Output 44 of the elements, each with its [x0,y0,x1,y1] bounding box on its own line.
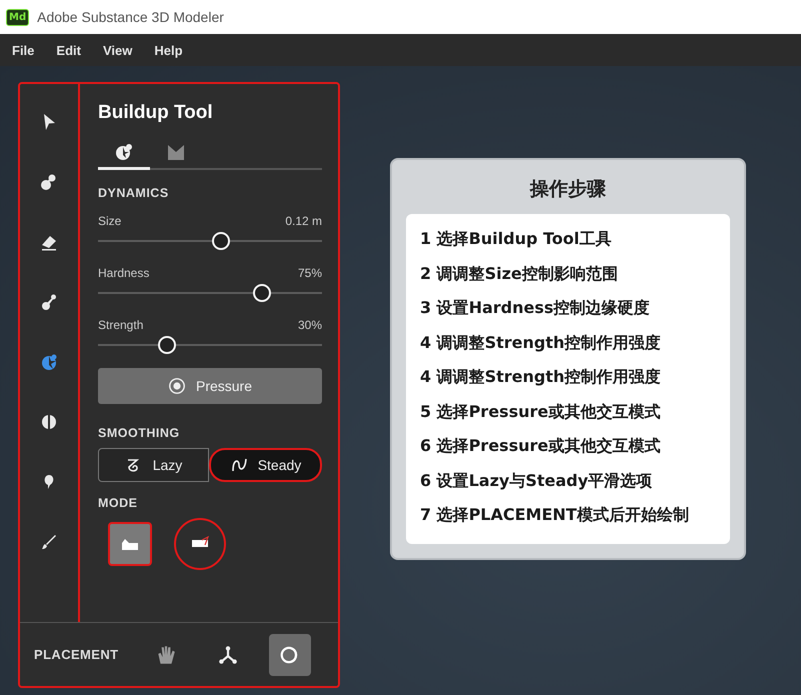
smoothing-option[interactable]: Steady [209,448,322,482]
axes-icon [216,644,238,666]
step-text: 5 选择Pressure或其他交互模式 [420,400,662,422]
slider-thumb[interactable] [158,336,176,354]
menu-item[interactable]: File [12,42,34,58]
panel-title: Buildup Tool [98,102,214,124]
app-logo: Md [6,8,30,26]
card-title: 操作步骤 [530,177,606,202]
brush-icon [39,532,59,552]
step-text: 7 选择PLACEMENT模式后开始绘制 [420,504,690,526]
menu-item[interactable]: View [102,42,132,58]
slider-label: Size [98,214,122,228]
step-text: 6 选择Pressure或其他交互模式 [420,435,662,457]
buildup-icon [114,142,134,162]
section-heading: SMOOTHING [98,426,181,440]
placement-button[interactable] [268,634,310,676]
buildup-icon [39,352,59,372]
split-icon [39,412,59,432]
slider-thumb[interactable] [212,232,230,250]
slider-label: Strength [98,318,144,332]
window-title: Adobe Substance 3D Modeler [37,9,224,25]
step-text: 4 调调整Strength控制作用强度 [420,332,662,354]
section-heading: MODE [98,496,138,510]
placement-label: PLACEMENT [34,647,118,662]
slider-thumb[interactable] [252,284,271,302]
step-text: 3 设置Hardness控制边缘硬度 [420,297,651,319]
surface-icon [120,536,140,552]
pressure-icon [168,377,186,395]
menu-item[interactable]: Help [154,42,183,58]
step-text: 4 调调整Strength控制作用强度 [420,366,662,388]
mode-button[interactable] [174,518,226,570]
slider-value: 30% [298,318,322,332]
slider-value: 0.12 m [285,214,322,228]
step-text: 2 调调整Size控制影响范围 [420,262,619,284]
slider-value: 75% [298,266,322,280]
pressure-button[interactable]: Pressure [98,368,322,404]
steady-curve-icon [230,457,250,473]
menu-item[interactable]: Edit [56,42,81,58]
slider-label: Hardness [98,266,150,280]
pin-icon [39,292,59,312]
step-text: 1 选择Buildup Tool工具 [420,228,612,250]
smoothing-option[interactable]: Lazy [98,448,209,482]
section-heading: DYNAMICS [98,186,170,200]
step-text: 6 设置Lazy与Steady平滑选项 [420,470,654,492]
